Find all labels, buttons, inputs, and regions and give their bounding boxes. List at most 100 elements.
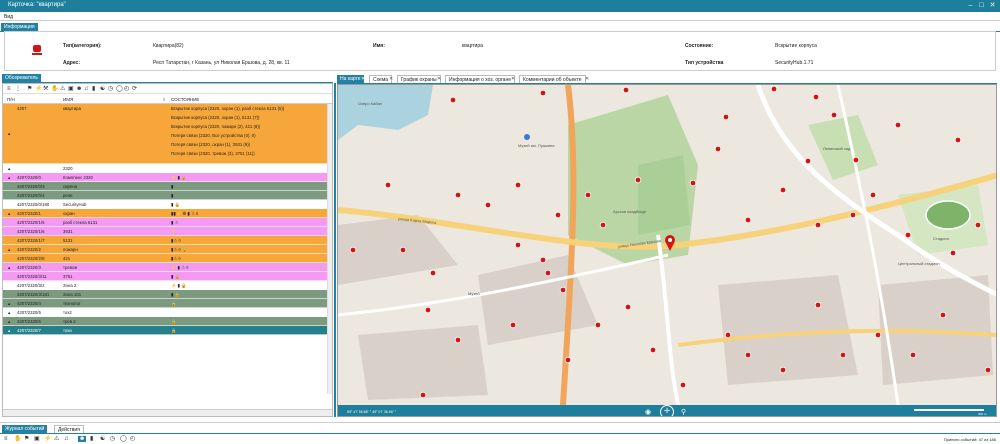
alarm-marker-icon[interactable] <box>954 136 962 144</box>
expand-icon[interactable]: ⋮ <box>15 86 21 92</box>
alarm-marker-icon[interactable] <box>779 366 787 374</box>
alarm-marker-icon[interactable] <box>649 346 657 354</box>
expand-toggle-icon[interactable]: ▴ <box>8 301 10 307</box>
battery-icon-2[interactable]: ▮ <box>90 436 93 442</box>
tree-row[interactable]: 4207/2320/0/3 сирена ▮ <box>3 182 332 191</box>
alarm-marker-icon[interactable] <box>584 191 592 199</box>
minimize-button[interactable]: – <box>966 1 975 10</box>
alarm-marker-icon[interactable] <box>349 246 357 254</box>
alarm-marker-icon[interactable] <box>744 351 752 359</box>
bell-icon[interactable]: ♫ <box>84 86 89 92</box>
map-tab-close-icon[interactable]: ✕ <box>437 76 441 82</box>
expand-toggle-icon[interactable]: ▴ <box>8 328 10 334</box>
alarm-marker-icon[interactable] <box>714 145 722 153</box>
tree-row[interactable]: ▴ 4207/2320/1 охран ▮▮ ⚡⚙ ▮ ☃ ¤ <box>3 209 332 218</box>
alarm-marker-icon[interactable] <box>559 286 567 294</box>
alarm-marker-icon[interactable] <box>852 156 860 164</box>
alarm-marker-icon[interactable] <box>539 256 547 264</box>
alarm-marker-icon[interactable] <box>939 311 947 319</box>
tree-row[interactable]: ▴ 4207/2320/5 тох2 <box>3 308 332 317</box>
alarm-marker-icon[interactable] <box>424 306 432 314</box>
alarm-marker-icon[interactable] <box>634 176 642 184</box>
col-state-header[interactable]: СОСТОЯНИЕ <box>171 97 199 102</box>
alarm-marker-icon[interactable] <box>869 191 877 199</box>
horizontal-scrollbar[interactable] <box>3 409 332 416</box>
bolt-icon[interactable]: ⚡ <box>35 86 42 92</box>
pin-icon[interactable]: ⚑ <box>27 86 32 92</box>
alarm-marker-icon[interactable] <box>509 321 517 329</box>
alarm-marker-icon[interactable] <box>454 336 462 344</box>
map-tab-close-icon[interactable]: ✕ <box>389 76 393 82</box>
tree-row[interactable]: ▴ 4207/2320/0 Комплекс 2320 ⚡ ▮ 🔒 <box>3 173 332 182</box>
filter-icon[interactable]: ▿ <box>163 97 165 103</box>
tree-row[interactable]: 4207/2320/1/6 3931 ⚡ <box>3 227 332 236</box>
alarm-marker-icon[interactable] <box>384 181 392 189</box>
tree-row[interactable]: 4207/2320/1/7 5131 ▮☃ ¤ <box>3 236 332 245</box>
network-icon[interactable]: ☯ <box>100 86 105 92</box>
alarm-marker-icon[interactable] <box>984 366 992 374</box>
tree-row[interactable]: 4207/2320/3/181 Зона 101 ▮ 🔒 <box>3 290 332 299</box>
map-canvas[interactable]: Арское кладбище улица Николая Ершова ули… <box>338 85 997 406</box>
tree-row[interactable]: 4207/2320/0/4 реле ▮ <box>3 191 332 200</box>
alarm-marker-icon[interactable] <box>484 201 492 209</box>
alarm-marker-icon[interactable] <box>454 191 462 199</box>
close-button[interactable]: ✕ <box>988 1 997 10</box>
alarm-marker-icon[interactable] <box>624 303 632 311</box>
refresh-icon[interactable]: ⟳ <box>132 86 137 92</box>
expand-toggle-icon[interactable]: ▴ <box>8 247 10 253</box>
tree-row[interactable]: ▴ 4207/2320/3 тревож ⚡ ▮ ☃ ¤ <box>3 263 332 272</box>
clock-icon[interactable]: ◷ <box>108 86 113 92</box>
menu-view[interactable]: Вид <box>4 14 13 20</box>
alarm-marker-icon[interactable] <box>622 86 630 94</box>
alarm-marker-icon[interactable] <box>909 351 917 359</box>
pan-control-icon[interactable]: ✛ <box>660 405 674 416</box>
user-icon-2[interactable]: ☻ <box>78 436 87 442</box>
tree-row[interactable]: ▴ 4207/2320/4 технолог 🔒 <box>3 299 332 308</box>
expand-toggle-icon[interactable]: ▴ <box>8 310 10 316</box>
alarm-marker-icon[interactable] <box>949 249 957 257</box>
alarm-marker-icon[interactable] <box>849 211 857 219</box>
tree-row[interactable]: ▴ 4207 квартира Вскрытие корпуса (2320, охр… <box>3 104 332 164</box>
alarm-marker-icon[interactable] <box>599 221 607 229</box>
network-icon-2[interactable]: ☯ <box>100 436 105 442</box>
alarm-marker-icon[interactable] <box>594 321 602 329</box>
map-view[interactable]: Арское кладбище улица Николая Ершова ули… <box>337 84 997 417</box>
alarm-marker-icon[interactable] <box>814 301 822 309</box>
tree-row[interactable]: ▴ 4207/2320/2 пожарн ▮☃ ¤ 🔒 <box>3 245 332 254</box>
expand-toggle-icon[interactable]: ▴ <box>8 131 10 137</box>
tree-row[interactable]: 4207/2320/2/8 421 ▮☃ ¤ <box>3 254 332 263</box>
expand-toggle-icon[interactable]: ▴ <box>8 319 10 325</box>
pin-icon-2[interactable]: ⚑ <box>24 436 29 442</box>
alarm-marker-icon[interactable] <box>419 391 427 399</box>
collapse-icon[interactable]: ≡ <box>7 86 11 92</box>
alarm-marker-icon[interactable] <box>904 231 912 239</box>
alarm-marker-icon[interactable] <box>814 221 822 229</box>
lock-icon[interactable]: ▣ <box>68 86 74 92</box>
bolt-icon-2[interactable]: ⚡ <box>44 436 51 442</box>
map-tab-close-icon[interactable]: ✕ <box>511 76 515 82</box>
expand-toggle-icon[interactable]: ▴ <box>8 211 10 217</box>
clock-icon-2[interactable]: ◷ <box>110 436 115 442</box>
timer-icon[interactable]: ◯ <box>116 86 123 92</box>
warning-icon[interactable]: ⚠ <box>60 86 65 92</box>
pane-splitter[interactable] <box>334 83 336 417</box>
wrench-icon[interactable]: ⚒ <box>43 86 48 92</box>
alarm-marker-icon[interactable] <box>874 331 882 339</box>
tree-row[interactable]: 4207/2320/1/5 разб стекла 6131 ▮ ☃ <box>3 218 332 227</box>
hand-icon-2[interactable]: ✋ <box>14 436 21 442</box>
tree-row[interactable]: ▴ 2320 <box>3 164 332 173</box>
alarm-marker-icon[interactable] <box>830 111 838 119</box>
alarm-marker-icon[interactable] <box>544 269 552 277</box>
tree-row[interactable]: ▴ 4207/2320/6 трев 2 🔒 <box>3 317 332 326</box>
lock-icon-2[interactable]: ▣ <box>34 436 40 442</box>
vertical-scrollbar[interactable] <box>327 104 332 394</box>
alarm-marker-icon[interactable] <box>770 85 778 93</box>
tree-row[interactable]: 4207/2320/3/2 Зона 2 ⚡ ▮ 🔒 <box>3 281 332 290</box>
alarm-marker-icon[interactable] <box>514 181 522 189</box>
alarm-marker-icon[interactable] <box>429 269 437 277</box>
eye-icon[interactable]: ◉ <box>645 408 651 416</box>
user-icon[interactable]: ☻ <box>76 86 82 92</box>
alarm-marker-icon[interactable] <box>722 113 730 121</box>
hand-icon[interactable]: ✋ <box>51 86 58 92</box>
alarm-marker-icon[interactable] <box>554 211 562 219</box>
